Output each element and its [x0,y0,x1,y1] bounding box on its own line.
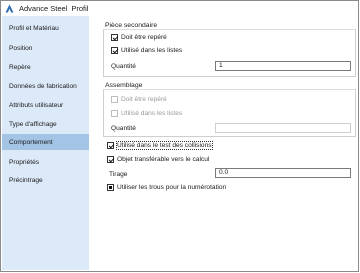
sidebar-item-proprietes[interactable]: Propriétés [2,154,89,170]
piece-doit-etre-repere-checkbox[interactable]: Doit être repéré [111,32,167,42]
piece-secondaire-title: Pièce secondaire [105,22,158,29]
checkbox-label: Objet transférable vers le calcul [117,155,210,163]
checkbox-box[interactable] [111,95,118,103]
objet-transferable-checkbox[interactable]: Objet transférable vers le calcul [107,154,209,164]
sidebar-item-label: Données de fabrication [9,82,77,90]
tirage-input[interactable]: 0.0 [215,168,351,178]
window-app-name: Advance Steel [19,3,68,13]
advance-steel-icon [5,4,14,13]
assemblage-title: Assemblage [105,82,143,89]
sidebar-item-repere[interactable]: Repère [2,59,89,75]
checkbox-box[interactable] [107,141,114,149]
window-dialog-title: Profil [71,3,89,13]
assemblage-doit-etre-repere-checkbox[interactable]: Doit être repéré [111,94,167,104]
category-sidebar: Profil et Matériau Position Repère Donné… [2,16,89,270]
checkbox-box[interactable] [111,46,118,54]
checkbox-label: Utilisé dans les listes [121,46,183,54]
dialog-window: Advance Steel Profil Profil et Matériau … [0,0,359,272]
sidebar-item-label: Repère [9,63,31,71]
trous-numerotation-checkbox[interactable]: Utiliser les trous pour la numérotation [107,182,226,192]
sidebar-item-label: Précintrage [9,176,43,184]
sidebar-item-profil-materiau[interactable]: Profil et Matériau [2,20,89,36]
checkbox-box[interactable] [111,109,118,117]
piece-utilise-listes-checkbox[interactable]: Utilisé dans les listes [111,45,182,55]
sidebar-item-label: Comportement [9,138,53,146]
sidebar-item-label: Position [9,44,33,52]
checkbox-label: Doit être repéré [121,95,167,103]
assemblage-quantite-label: Quantité [111,125,136,132]
sidebar-item-comportement[interactable]: Comportement [2,134,89,150]
sidebar-item-label: Profil et Matériau [9,24,59,32]
checkbox-box[interactable] [111,33,118,41]
checkbox-box[interactable] [107,155,114,163]
sidebar-item-label: Attributs utilisateur [9,101,64,109]
sidebar-item-type-affichage[interactable]: Type d'affichage [2,116,89,132]
sidebar-item-label: Propriétés [9,158,40,166]
sidebar-item-position[interactable]: Position [2,40,89,56]
checkbox-box[interactable] [107,183,114,191]
sidebar-item-attributs-utilisateur[interactable]: Attributs utilisateur [2,97,89,113]
piece-quantite-label: Quantité [111,63,136,70]
sidebar-item-donnees-fabrication[interactable]: Données de fabrication [2,78,89,94]
tirage-label: Tirage [109,171,128,178]
test-collisions-checkbox[interactable]: Utilisé dans le test des collisions [107,140,213,150]
checkbox-label: Utilisé dans le test des collisions [116,140,213,150]
checkbox-label: Utilisé dans les listes [121,109,183,117]
piece-quantite-input[interactable]: 1 [215,61,351,71]
sidebar-item-precintrage[interactable]: Précintrage [2,172,89,188]
checkbox-label: Utiliser les trous pour la numérotation [117,183,227,191]
assemblage-utilise-listes-checkbox[interactable]: Utilisé dans les listes [111,108,182,118]
sidebar-item-label: Type d'affichage [9,120,57,128]
assemblage-quantite-input[interactable] [215,123,351,133]
checkbox-label: Doit être repéré [121,33,167,41]
behaviour-panel: Pièce secondaire Doit être repéré Utilis… [101,1,358,271]
